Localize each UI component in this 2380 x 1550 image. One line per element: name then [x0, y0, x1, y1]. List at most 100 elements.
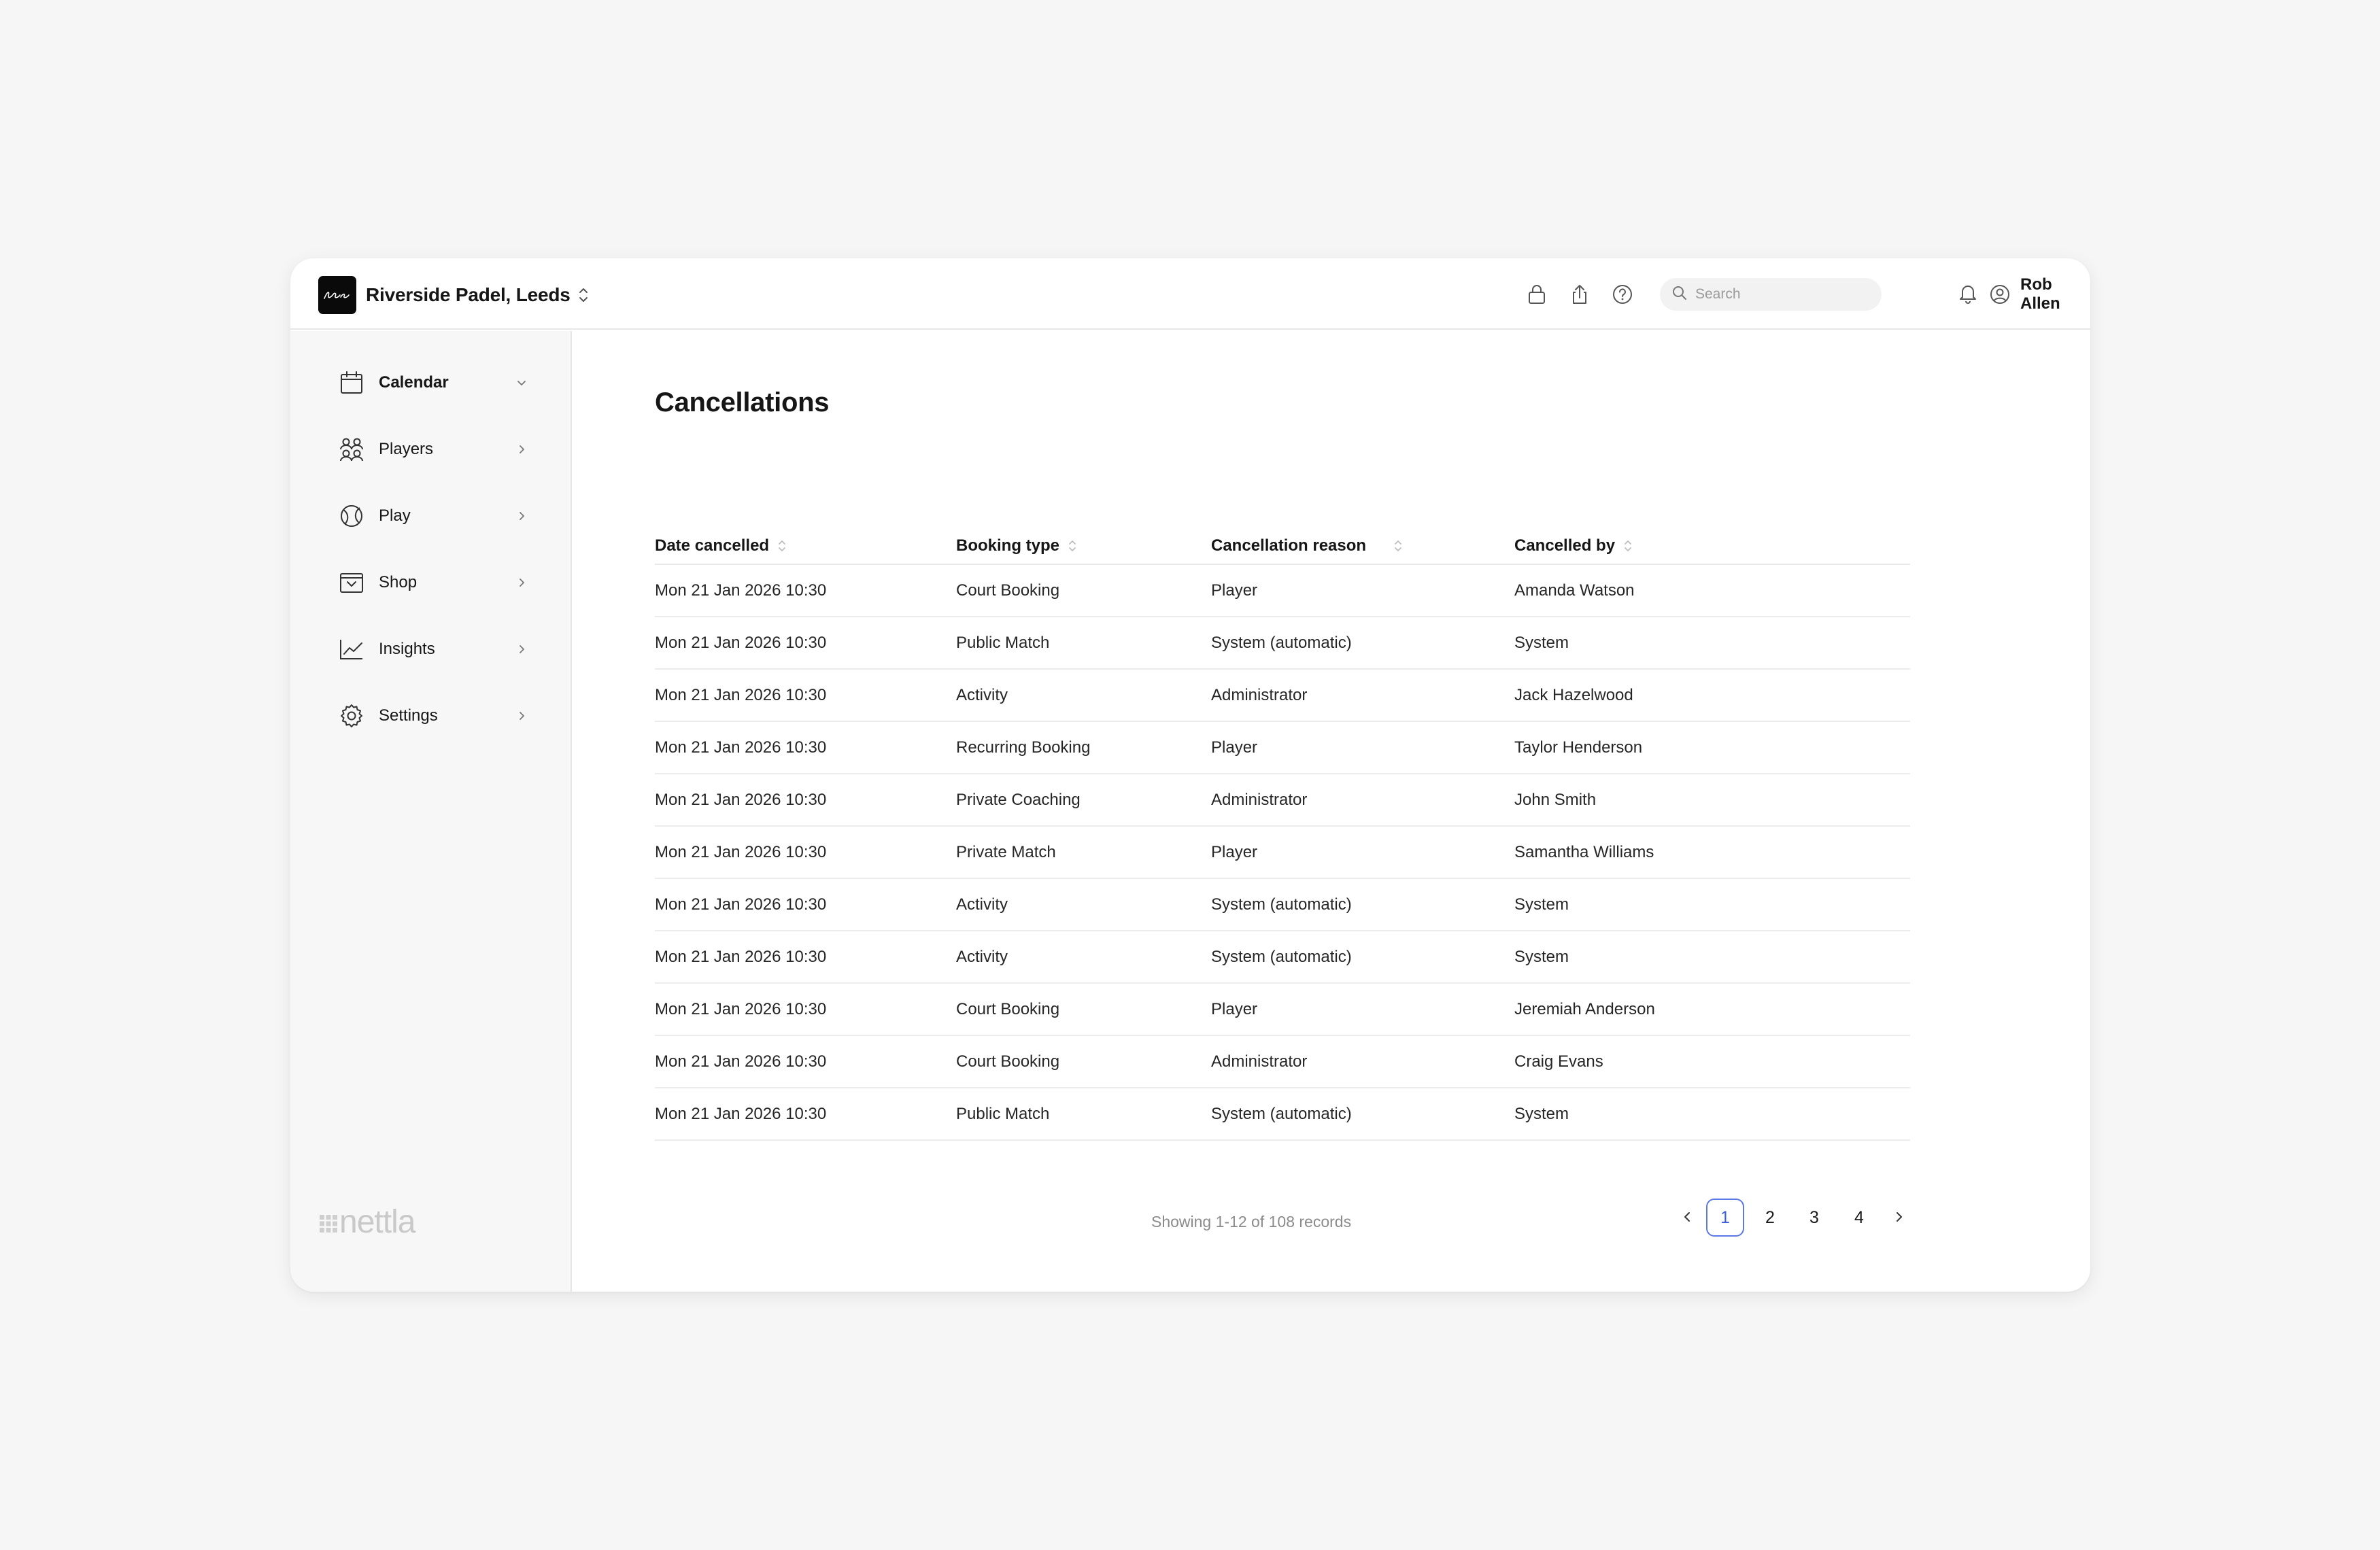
table-row[interactable]: Mon 21 Jan 2026 10:30 Activity System (a…: [655, 879, 1910, 931]
lock-icon[interactable]: [1525, 283, 1548, 306]
cell-cancelled-by: John Smith: [1514, 790, 1597, 809]
sidebar-item-label: Settings: [379, 706, 438, 725]
cell-cancelled-by: System: [1514, 947, 1569, 966]
cell-cancelled-by: Craig Evans: [1514, 1052, 1603, 1071]
sidebar-item-label: Play: [379, 506, 411, 525]
search-icon: [1672, 286, 1687, 304]
column-header-label: Date cancelled: [655, 536, 770, 555]
cell-booking-type: Private Coaching: [956, 790, 1081, 809]
page-button-2[interactable]: 2: [1751, 1199, 1789, 1237]
sort-icon[interactable]: [1623, 538, 1633, 553]
cancellations-table: Date cancelled Booking type Cancellation…: [655, 528, 1910, 1141]
cell-cancelled-by: System: [1514, 895, 1569, 914]
cell-date: Mon 21 Jan 2026 10:30: [655, 790, 827, 809]
page-button-4[interactable]: 4: [1840, 1199, 1878, 1237]
chevron-up-down-icon: [577, 286, 590, 304]
cell-cancelled-by: System: [1514, 633, 1569, 652]
sidebar-item-label: Calendar: [379, 373, 449, 392]
cell-booking-type: Activity: [956, 685, 1008, 704]
table-row[interactable]: Mon 21 Jan 2026 10:30 Public Match Syste…: [655, 617, 1910, 670]
cell-date: Mon 21 Jan 2026 10:30: [655, 685, 827, 704]
column-header-cancelled-by[interactable]: Cancelled by: [1514, 528, 1633, 564]
sidebar-item-insights[interactable]: Insights: [338, 634, 528, 664]
bell-icon[interactable]: [1958, 282, 1978, 307]
chart-icon: [338, 636, 365, 663]
calendar-icon: [338, 369, 365, 396]
cell-reason: Player: [1211, 738, 1258, 757]
sidebar-item-play[interactable]: Play: [338, 501, 528, 531]
page-title: Cancellations: [655, 388, 830, 417]
table-row[interactable]: Mon 21 Jan 2026 10:30 Public Match Syste…: [655, 1088, 1910, 1141]
table-row[interactable]: Mon 21 Jan 2026 10:30 Activity System (a…: [655, 931, 1910, 984]
cell-date: Mon 21 Jan 2026 10:30: [655, 999, 827, 1018]
cell-booking-type: Court Booking: [956, 1052, 1060, 1071]
sidebar-item-shop[interactable]: Shop: [338, 568, 528, 598]
sort-icon[interactable]: [777, 538, 787, 553]
search-bar[interactable]: [1660, 278, 1882, 311]
next-page-button[interactable]: [1880, 1199, 1918, 1237]
column-header-booking-type[interactable]: Booking type: [956, 528, 1077, 564]
column-header-label: Cancellation reason: [1211, 536, 1367, 555]
help-icon[interactable]: [1611, 283, 1634, 306]
shop-icon: [338, 569, 365, 596]
column-header-label: Booking type: [956, 536, 1060, 555]
table-row[interactable]: Mon 21 Jan 2026 10:30 Court Booking Play…: [655, 984, 1910, 1036]
cell-booking-type: Activity: [956, 895, 1008, 914]
cell-date: Mon 21 Jan 2026 10:30: [655, 581, 827, 600]
cell-date: Mon 21 Jan 2026 10:30: [655, 738, 827, 757]
sort-icon[interactable]: [1068, 538, 1077, 553]
sidebar: Calendar Players Play Shop Insights Sett…: [290, 331, 572, 1292]
share-icon[interactable]: [1568, 283, 1591, 306]
table-row[interactable]: Mon 21 Jan 2026 10:30 Private Match Play…: [655, 827, 1910, 879]
cell-booking-type: Public Match: [956, 633, 1050, 652]
chevron-right-icon: [515, 642, 528, 656]
column-header-label: Cancelled by: [1514, 536, 1616, 555]
search-input[interactable]: [1695, 286, 1865, 303]
cell-reason: Administrator: [1211, 790, 1308, 809]
sort-icon[interactable]: [1393, 538, 1403, 553]
cell-cancelled-by: Taylor Henderson: [1514, 738, 1643, 757]
table-row[interactable]: Mon 21 Jan 2026 10:30 Court Booking Play…: [655, 565, 1910, 617]
table-row[interactable]: Mon 21 Jan 2026 10:30 Recurring Booking …: [655, 722, 1910, 774]
cell-cancelled-by: System: [1514, 1104, 1569, 1123]
column-header-reason[interactable]: Cancellation reason: [1211, 528, 1403, 564]
sidebar-item-calendar[interactable]: Calendar: [338, 368, 528, 398]
sidebar-item-label: Shop: [379, 573, 418, 591]
user-name[interactable]: Rob Allen: [2020, 275, 2090, 313]
venue-name: Riverside Padel, Leeds: [366, 284, 571, 305]
sidebar-item-settings[interactable]: Settings: [338, 701, 528, 731]
cell-date: Mon 21 Jan 2026 10:30: [655, 633, 827, 652]
cell-cancelled-by: Jack Hazelwood: [1514, 685, 1633, 704]
sidebar-item-label: Insights: [379, 640, 435, 658]
cell-cancelled-by: Jeremiah Anderson: [1514, 999, 1655, 1018]
sidebar-item-players[interactable]: Players: [338, 434, 528, 464]
cell-cancelled-by: Amanda Watson: [1514, 581, 1635, 600]
chevron-right-icon: [515, 709, 528, 723]
cell-reason: Administrator: [1211, 685, 1308, 704]
ball-icon: [338, 502, 365, 530]
table-row[interactable]: Mon 21 Jan 2026 10:30 Activity Administr…: [655, 670, 1910, 722]
table-row[interactable]: Mon 21 Jan 2026 10:30 Private Coaching A…: [655, 774, 1910, 827]
previous-page-button[interactable]: [1668, 1199, 1706, 1237]
cell-date: Mon 21 Jan 2026 10:30: [655, 842, 827, 861]
chevron-right-icon: [515, 509, 528, 523]
cell-date: Mon 21 Jan 2026 10:30: [655, 895, 827, 914]
chevron-right-icon: [515, 576, 528, 589]
cell-reason: System (automatic): [1211, 947, 1352, 966]
players-icon: [338, 436, 365, 463]
records-count: Showing 1-12 of 108 records: [1151, 1213, 1352, 1230]
user-circle-icon[interactable]: [1989, 283, 2011, 305]
column-header-date[interactable]: Date cancelled: [655, 528, 787, 564]
chevron-right-icon: [515, 443, 528, 456]
page-button-3[interactable]: 3: [1795, 1199, 1833, 1237]
brand-footer-logo: nettla: [319, 1203, 415, 1241]
grid-icon: [319, 1207, 338, 1237]
chevron-right-icon: [1893, 1208, 1905, 1228]
cell-reason: System (automatic): [1211, 895, 1352, 914]
venue-switcher[interactable]: Riverside Padel, Leeds: [318, 276, 590, 314]
cell-reason: Administrator: [1211, 1052, 1308, 1071]
table-row[interactable]: Mon 21 Jan 2026 10:30 Court Booking Admi…: [655, 1036, 1910, 1088]
sidebar-item-label: Players: [379, 440, 434, 458]
cell-reason: Player: [1211, 842, 1258, 861]
page-button-1[interactable]: 1: [1706, 1199, 1744, 1237]
